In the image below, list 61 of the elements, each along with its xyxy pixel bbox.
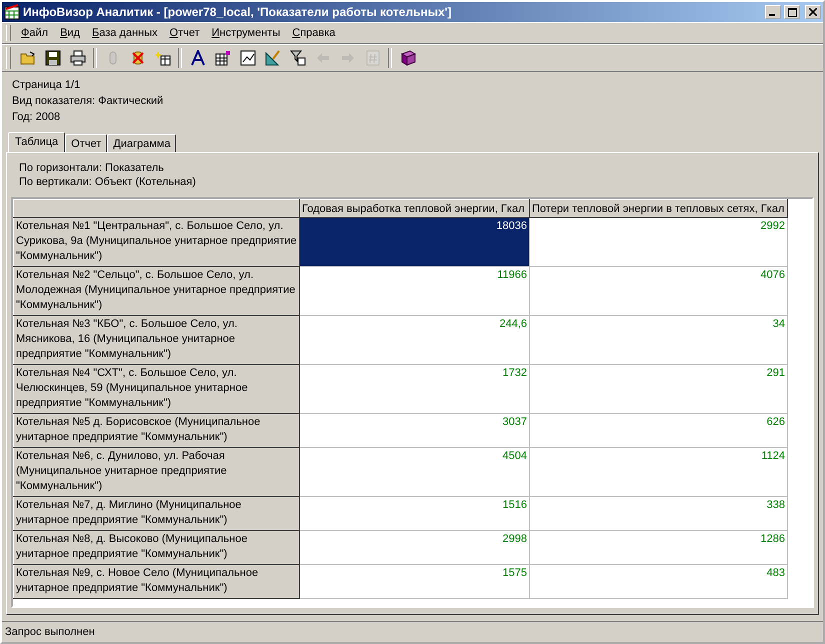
printer-icon [70,50,86,66]
status-text: Запрос выполнен [5,625,95,639]
table-cell: 4076 [530,266,788,316]
maximize-button[interactable] [784,5,800,19]
table-cell: 34 [530,316,788,364]
row-header: Котельная №3 "КБО", с. Большое Село, ул. Мясникова, 16 (Муниципальное унитарное предприятие "Коммунальник") [14,316,300,364]
info-line: Год: 2008 [12,110,62,124]
menu-item[interactable]: Файл [16,25,54,41]
maximize-icon [788,8,796,16]
window-sparkle-icon [154,50,170,66]
table-cell: 1286 [530,530,788,564]
menu-item[interactable]: Отчет [164,25,205,41]
table-cell: 18036 [300,218,530,266]
funnel-icon [290,50,306,66]
table-cell: 1575 [300,564,530,598]
tab[interactable]: Диаграмма [107,134,176,152]
line-chart-icon [240,50,256,66]
table-cell: 2992 [530,218,788,266]
hash-icon [364,50,380,66]
row-header: Котельная №1 "Центральная", с. Большое Село, ул. Сурикова, 9а (Муниципальное унитарное предприятие "Коммунальник") [14,218,300,266]
table-cell: 291 [530,364,788,414]
row-header: Котельная №2 "Сельцо", с. Большое Село, ул. Молодежная (Муниципальное унитарное предприятие "Коммунальник") [14,266,300,316]
close-icon [809,8,817,16]
row-header: Котельная №4 "СХТ", с. Большое Село, ул. Челюскинцев, 59 (Муниципальное унитарное предприятие "Коммунальник") [14,364,300,414]
axis-caption: По горизонтали: Показатель [18,161,165,175]
table-cell: 4504 [300,448,530,496]
cylinder-cross-icon [130,50,146,66]
menu-item[interactable]: Вид [55,25,85,41]
info-line: Вид показателя: Фактический [12,94,164,108]
row-header: Котельная №7, д. Миглино (Муниципальное унитарное предприятие "Коммунальник") [14,496,300,530]
row-header: Котельная №8, д. Высоково (Муниципальное унитарное предприятие "Коммунальник") [14,530,300,564]
folder-icon [20,50,36,66]
grid-icon [214,50,230,66]
table-cell: 1732 [300,364,530,414]
right-arrow-icon [340,50,356,66]
menu-item[interactable]: Справка [287,25,340,41]
table-cell: 1516 [300,496,530,530]
table-cell: 483 [530,564,788,598]
tab[interactable]: Таблица [8,132,66,152]
menu-item[interactable]: База данных [86,25,163,41]
app-icon [4,4,20,20]
letter-icon [190,50,206,66]
table-cell: 1124 [530,448,788,496]
tab[interactable]: Отчет [65,134,108,152]
row-header: Котельная №5 д. Борисовское (Муниципальное унитарное предприятие "Коммунальник") [14,414,300,448]
close-button[interactable] [805,5,821,19]
row-header: Котельная №9, с. Новое Село (Муниципальное унитарное предприятие "Коммунальник") [14,564,300,598]
minimize-button[interactable] [765,5,781,19]
table-cell: 338 [530,496,788,530]
window-title: ИнфоВизор Аналитик - [power78_local, 'Показатели работы котельных'] [23,5,452,19]
column-header: Потери тепловой энергии в тепловых сетях, Гкал [530,200,788,218]
menu-item[interactable]: Инструменты [206,25,286,41]
table-cell: 11966 [300,266,530,316]
row-header: Котельная №6, с. Дунилово, ул. Рабочая (Муниципальное унитарное предприятие "Коммунальник") [14,448,300,496]
table-cell: 626 [530,414,788,448]
table-cell: 2998 [300,530,530,564]
info-line: Страница 1/1 [12,78,82,92]
axis-caption: По вертикали: Объект (Котельная) [18,175,197,189]
table-cell: 244,6 [300,316,530,364]
column-header: Годовая выработка тепловой энергии, Гкал [300,200,530,218]
table-cell: 3037 [300,414,530,448]
